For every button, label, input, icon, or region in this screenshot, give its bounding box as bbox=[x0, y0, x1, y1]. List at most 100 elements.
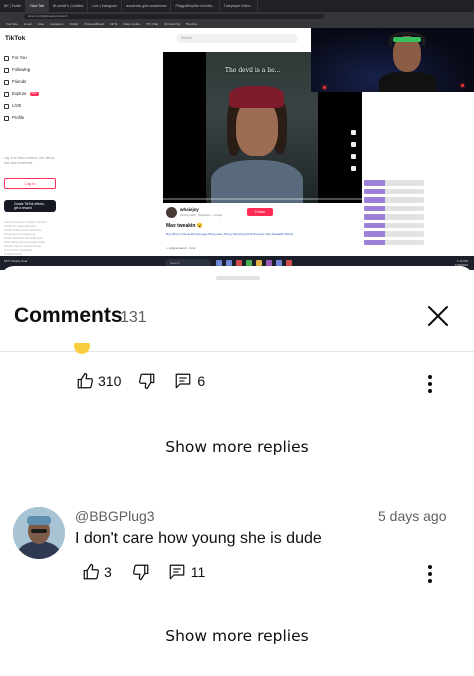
effects-line: get a reward bbox=[14, 206, 32, 210]
live-icon bbox=[4, 103, 9, 109]
comments-count: 131 bbox=[120, 309, 147, 326]
like-button[interactable]: 310 bbox=[76, 372, 121, 390]
avatar-image bbox=[13, 507, 65, 559]
compass-icon bbox=[4, 91, 9, 97]
video-person-shirt bbox=[211, 160, 303, 203]
bookmark: NFTs bbox=[110, 22, 118, 26]
comment-author[interactable]: @BBGPlug3 bbox=[75, 508, 155, 524]
comment-timestamp: 5 days ago bbox=[378, 508, 447, 524]
reply-count: 6 bbox=[197, 373, 206, 389]
more-options-button[interactable] bbox=[420, 562, 440, 586]
dislike-button[interactable] bbox=[138, 372, 156, 390]
browser-tab: BK | Twitch bbox=[0, 0, 27, 12]
streamer-webcam bbox=[311, 28, 474, 92]
tiktok-nav-item: Following bbox=[4, 64, 64, 76]
like-button[interactable]: 3 bbox=[82, 563, 112, 581]
bookmark: Instagram bbox=[50, 22, 64, 26]
reply-button[interactable]: 11 bbox=[168, 563, 206, 581]
drag-handle[interactable] bbox=[216, 276, 260, 280]
tiktok-nav-item: LIVE bbox=[4, 100, 64, 112]
tiktok-author-avatar bbox=[166, 207, 177, 218]
comments-sheet: Comments 131 310 6 Show more replies @BB… bbox=[0, 266, 474, 676]
browser-url: tiktok.com/@whaiejsy/video/7... bbox=[24, 14, 324, 19]
friends-icon bbox=[4, 79, 9, 85]
tiktok-progress-bar bbox=[163, 198, 362, 200]
profile-icon bbox=[4, 115, 9, 121]
thumbs-down-icon bbox=[132, 564, 149, 581]
share-icon bbox=[350, 166, 356, 171]
more-options-button[interactable] bbox=[420, 372, 440, 396]
tiktok-nav-label: For You bbox=[12, 55, 27, 60]
thumbs-down-icon bbox=[139, 373, 155, 390]
chat-line bbox=[364, 188, 424, 194]
tiktok-logo: TikTok bbox=[5, 35, 26, 42]
webcam-person-body bbox=[379, 72, 437, 92]
bookmark: PinterestBoard bbox=[84, 22, 105, 26]
stream-chat bbox=[364, 180, 474, 258]
app-frame: BK | Twitch New Tab Bi-weekl's | Untitle… bbox=[0, 0, 474, 676]
tiktok-nav-item: Explore New bbox=[4, 88, 64, 100]
tiktok-author: whaiejsy bbox=[180, 207, 199, 212]
chat-line bbox=[364, 222, 424, 228]
chat-line bbox=[364, 205, 424, 211]
home-icon bbox=[4, 55, 9, 61]
video-caption-overlay: The devil is a lie... bbox=[225, 67, 281, 74]
tiktok-search: Search bbox=[176, 34, 298, 43]
like-count: 3 bbox=[104, 564, 112, 580]
thumbs-up-icon bbox=[77, 372, 93, 389]
tiktok-follow-button: Follow bbox=[247, 208, 273, 216]
bookmark: Gmail bbox=[23, 22, 32, 26]
browser-tab: Live | Instagram bbox=[88, 0, 123, 12]
tiktok-nav-label: Friends bbox=[12, 79, 27, 84]
bookmark: ITO Chat bbox=[145, 22, 159, 26]
led-light bbox=[323, 86, 326, 89]
tiktok-nav-item: Friends bbox=[4, 76, 64, 88]
tiktok-nav-item: Profile bbox=[4, 112, 64, 124]
more-vert-icon bbox=[428, 565, 432, 583]
bookmark: Distro Guide bbox=[123, 22, 140, 26]
show-more-replies-button[interactable]: Show more replies bbox=[0, 438, 474, 456]
tiktok-nav-label: Following bbox=[12, 67, 31, 72]
tiktok-sound: ♫ original sound - Yorui bbox=[166, 246, 195, 250]
browser-tab: academic girls academies bbox=[122, 0, 172, 12]
video-person-durag bbox=[229, 86, 284, 108]
close-button[interactable] bbox=[424, 302, 452, 330]
tiktok-nav-item: For You bbox=[4, 52, 64, 64]
comment-action-row: 3 11 bbox=[82, 563, 205, 581]
tiktok-login-button: Log in bbox=[4, 178, 56, 189]
header-divider bbox=[0, 351, 474, 352]
tiktok-author-sub: jdobrigmafs · Whaiekin · 1d ago bbox=[180, 213, 223, 217]
reply-count: 11 bbox=[190, 564, 206, 580]
thumbs-up-icon bbox=[83, 563, 99, 580]
reply-button[interactable]: 6 bbox=[174, 372, 205, 390]
browser-tab: New Tab bbox=[26, 0, 49, 12]
headset-icon bbox=[389, 32, 425, 46]
browser-url-bar: tiktok.com/@whaiejsy/video/7... bbox=[0, 12, 474, 21]
show-more-replies-button[interactable]: Show more replies bbox=[0, 627, 474, 645]
avatar[interactable] bbox=[13, 507, 65, 559]
tiktok-video-title: Max tweakin 😮 bbox=[166, 223, 204, 229]
new-badge: New bbox=[29, 92, 39, 96]
tiktok-effects-banner: Create TikTok effects, get a reward bbox=[4, 200, 56, 212]
chat-line bbox=[364, 231, 424, 237]
bookmark-icon bbox=[350, 154, 356, 159]
tiktok-login-prompt: Log in to follow creators, like videos, … bbox=[4, 156, 56, 165]
browser-tab: PlaygotBoyWor And Mo... bbox=[171, 0, 221, 12]
following-icon bbox=[4, 67, 9, 73]
tiktok-nav-label: Explore bbox=[12, 91, 27, 96]
reply-action-row: 310 6 bbox=[76, 372, 205, 390]
comments-title: Comments bbox=[14, 304, 123, 327]
tiktok-action-rail bbox=[348, 130, 358, 171]
video-player[interactable]: BK | Twitch New Tab Bi-weekl's | Untitle… bbox=[0, 0, 474, 270]
bookmark: DCGold Opt bbox=[164, 22, 181, 26]
chat-line bbox=[364, 180, 424, 186]
tiktok-nav: For You Following Friends Explore New LIV… bbox=[4, 52, 64, 124]
heart-icon bbox=[350, 130, 356, 135]
bookmark: YouTube bbox=[6, 22, 18, 26]
led-light bbox=[461, 84, 464, 87]
chat-line bbox=[364, 239, 424, 245]
comment-text: I don't care how young she is dude bbox=[75, 530, 322, 547]
comment-icon bbox=[169, 564, 185, 580]
dislike-button[interactable] bbox=[132, 563, 150, 581]
tiktok-hashtags: #fyp #foryou #trend #foryourpage #funnyv… bbox=[166, 232, 294, 236]
